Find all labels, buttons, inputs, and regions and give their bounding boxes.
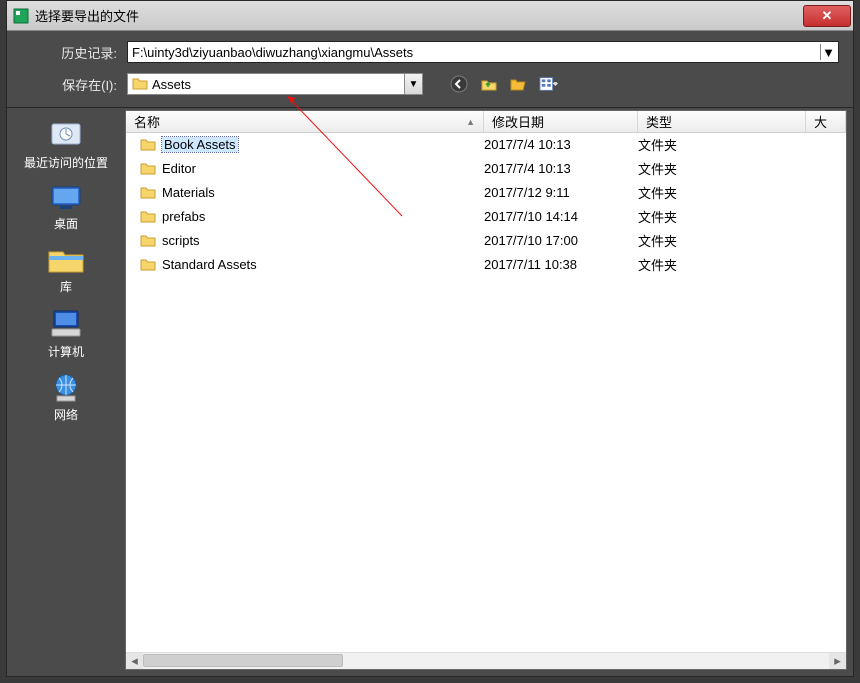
table-row[interactable]: Standard Assets 2017/7/11 10:38文件夹 — [126, 253, 846, 277]
app-icon — [13, 8, 29, 24]
library-icon — [45, 244, 87, 276]
file-type: 文件夹 — [638, 183, 806, 202]
place-network[interactable]: 网络 — [7, 368, 125, 427]
file-name: Editor — [162, 161, 196, 176]
file-name: Standard Assets — [162, 257, 257, 272]
col-type[interactable]: 类型 — [638, 111, 806, 132]
table-row[interactable]: Book Assets 2017/7/4 10:13文件夹 — [126, 133, 846, 157]
table-row[interactable]: Materials 2017/7/12 9:11文件夹 — [126, 181, 846, 205]
file-name: Book Assets — [162, 137, 238, 152]
file-name: prefabs — [162, 209, 205, 224]
window-title: 选择要导出的文件 — [35, 6, 803, 25]
col-name[interactable]: 名称 ▲ — [126, 111, 484, 132]
recent-places-icon — [46, 118, 86, 152]
sort-asc-icon: ▲ — [466, 117, 475, 127]
file-type: 文件夹 — [638, 207, 806, 226]
up-level-button[interactable] — [479, 74, 499, 94]
close-icon: ✕ — [822, 8, 833, 24]
save-in-dropdown-button[interactable]: ▼ — [404, 74, 422, 94]
dialog-header: 历史记录: F:\uinty3d\ziyuanbao\diwuzhang\xia… — [7, 31, 853, 107]
place-label: 库 — [60, 278, 72, 295]
file-date: 2017/7/11 10:38 — [484, 257, 638, 272]
header-toolbar — [449, 74, 559, 94]
file-date: 2017/7/12 9:11 — [484, 185, 638, 200]
file-date: 2017/7/4 10:13 — [484, 137, 638, 152]
computer-icon — [46, 307, 86, 341]
back-arrow-icon — [450, 75, 468, 93]
table-row[interactable]: scripts 2017/7/10 17:00文件夹 — [126, 229, 846, 253]
place-computer[interactable]: 计算机 — [7, 303, 125, 364]
view-mode-button[interactable] — [539, 74, 559, 94]
save-in-value: Assets — [152, 77, 191, 92]
file-rows: Book Assets2017/7/4 10:13文件夹Editor2017/7… — [126, 133, 846, 652]
place-label: 网络 — [54, 406, 78, 423]
places-sidebar: 最近访问的位置 桌面 库 — [7, 108, 125, 676]
history-dropdown-button[interactable]: ▼ — [820, 44, 836, 60]
scroll-left-button[interactable]: ◂ — [126, 653, 143, 669]
place-library[interactable]: 库 — [7, 240, 125, 299]
horizontal-scrollbar[interactable]: ◂ ▸ — [126, 652, 846, 669]
save-in-combo[interactable]: Assets ▼ — [127, 73, 423, 95]
save-in-label: 保存在(I): — [7, 75, 127, 94]
folder-icon — [132, 76, 148, 92]
place-label: 计算机 — [48, 343, 84, 360]
titlebar: 选择要导出的文件 ✕ — [7, 1, 853, 31]
file-type: 文件夹 — [638, 231, 806, 250]
view-menu-icon — [539, 75, 559, 93]
open-folder-icon — [510, 75, 528, 93]
desktop-icon — [46, 183, 86, 213]
history-path-combo[interactable]: F:\uinty3d\ziyuanbao\diwuzhang\xiangmu\A… — [127, 41, 839, 63]
place-recent[interactable]: 最近访问的位置 — [7, 114, 125, 175]
file-name: Materials — [162, 185, 215, 200]
table-row[interactable]: Editor 2017/7/4 10:13文件夹 — [126, 157, 846, 181]
history-label: 历史记录: — [7, 43, 127, 62]
folder-icon — [140, 137, 156, 153]
table-row[interactable]: prefabs 2017/7/10 14:14文件夹 — [126, 205, 846, 229]
file-date: 2017/7/4 10:13 — [484, 161, 638, 176]
place-label: 最近访问的位置 — [24, 154, 108, 171]
file-type: 文件夹 — [638, 159, 806, 178]
up-folder-icon — [480, 75, 498, 93]
file-type: 文件夹 — [638, 255, 806, 274]
dialog-body: 最近访问的位置 桌面 库 — [7, 107, 853, 676]
back-button[interactable] — [449, 74, 469, 94]
folder-icon — [140, 233, 156, 249]
export-file-dialog: 选择要导出的文件 ✕ 历史记录: F:\uinty3d\ziyuanbao\di… — [6, 0, 854, 677]
network-icon — [47, 372, 85, 404]
col-size[interactable]: 大 — [806, 111, 846, 132]
history-path-value: F:\uinty3d\ziyuanbao\diwuzhang\xiangmu\A… — [132, 45, 413, 60]
create-folder-button[interactable] — [509, 74, 529, 94]
close-button[interactable]: ✕ — [803, 5, 851, 27]
chevron-down-icon: ▼ — [409, 79, 419, 90]
scroll-thumb[interactable] — [143, 654, 343, 667]
folder-icon — [140, 161, 156, 177]
place-desktop[interactable]: 桌面 — [7, 179, 125, 236]
file-type: 文件夹 — [638, 135, 806, 154]
column-headers: 名称 ▲ 修改日期 类型 大 — [126, 111, 846, 133]
chevron-down-icon: ▼ — [822, 45, 835, 60]
file-list: 名称 ▲ 修改日期 类型 大 Book Assets 2017/7/4 10:13… — [125, 110, 847, 670]
place-label: 桌面 — [54, 215, 78, 232]
scroll-right-button[interactable]: ▸ — [829, 653, 846, 669]
folder-icon — [140, 185, 156, 201]
folder-icon — [140, 209, 156, 225]
file-date: 2017/7/10 14:14 — [484, 209, 638, 224]
file-date: 2017/7/10 17:00 — [484, 233, 638, 248]
file-name: scripts — [162, 233, 200, 248]
folder-icon — [140, 257, 156, 273]
col-date[interactable]: 修改日期 — [484, 111, 638, 132]
